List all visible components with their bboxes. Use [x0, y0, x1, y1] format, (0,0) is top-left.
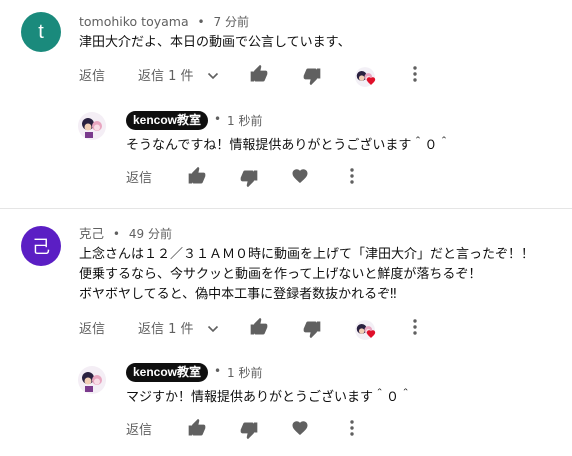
thumbs-up-icon[interactable] — [249, 64, 269, 84]
thumbs-down-icon[interactable] — [239, 168, 259, 188]
reply-time[interactable]: 1 秒前 — [227, 364, 262, 381]
thumbs-down-icon[interactable] — [302, 319, 322, 339]
comment-text-line: 上念さんは１２／３１ＡＭ０時に動画を上げて「津田大介」だと言ったぞ！！ — [79, 247, 535, 262]
thumbs-up-icon[interactable] — [249, 317, 269, 337]
comment-time[interactable]: 49 分前 — [129, 227, 172, 241]
chevron-down-icon — [207, 325, 218, 332]
replies-count-label: 返信 1 件 — [138, 69, 194, 84]
comment-header: 克己 • 49 分前 — [79, 223, 172, 242]
comment-text: 上念さんは１２／３１ＡＭ０時に動画を上げて「津田大介」だと言ったぞ！！ 便乗する… — [79, 245, 534, 305]
comment-time[interactable]: 7 分前 — [214, 15, 249, 29]
comment-header: tomohiko toyama • 7 分前 — [79, 11, 249, 30]
avatar[interactable]: 己 — [21, 226, 61, 266]
heart-icon[interactable] — [291, 419, 309, 437]
more-options-icon[interactable] — [345, 167, 359, 185]
replies-count-label: 返信 1 件 — [138, 322, 194, 337]
creator-avatar[interactable] — [78, 112, 106, 140]
more-options-icon[interactable] — [408, 65, 422, 83]
heart-icon — [366, 330, 376, 338]
dot-separator: • — [214, 364, 225, 378]
comment-text-line: 便乗するなら、今サクッと動画を作って上げないと鮮度が落ちるぞ！ — [79, 267, 482, 282]
reply-button[interactable]: 返信 — [126, 419, 152, 438]
thumbs-up-icon[interactable] — [187, 418, 207, 438]
comment-text-line: ボヤボヤしてると、偽中本工事に登録者数抜かれるぞ‼ — [79, 287, 397, 302]
creator-name-chip[interactable]: kencow教室 — [126, 363, 209, 382]
thumbs-down-icon[interactable] — [302, 66, 322, 86]
creator-avatar[interactable] — [78, 366, 106, 394]
more-options-icon[interactable] — [408, 318, 422, 336]
reply-text: そうなんですね！情報提供ありがとうございます＾０＾ — [126, 138, 451, 153]
creator-heart-badge[interactable] — [354, 319, 378, 340]
thumbs-up-icon[interactable] — [187, 166, 207, 186]
view-replies-button[interactable]: 返信 1 件 — [138, 318, 219, 337]
heart-icon — [366, 77, 376, 85]
thumbs-down-icon[interactable] — [239, 420, 259, 440]
creator-heart-badge[interactable] — [354, 66, 378, 87]
dot-separator: • — [214, 112, 225, 126]
avatar[interactable]: t — [21, 12, 61, 52]
reply-button[interactable]: 返信 — [79, 65, 105, 84]
reply-button[interactable]: 返信 — [126, 167, 152, 186]
reply-button[interactable]: 返信 — [79, 318, 105, 337]
more-options-icon[interactable] — [345, 419, 359, 437]
dot-separator: • — [109, 227, 124, 241]
chevron-down-icon — [207, 72, 218, 79]
comment-author[interactable]: tomohiko toyama — [79, 14, 189, 29]
creator-name-chip[interactable]: kencow教室 — [126, 111, 209, 130]
comment-text: 津田大介だよ、本日の動画で公言しています、 — [79, 35, 351, 50]
reply-text: マジすか！情報提供ありがとうございます＾０＾ — [126, 390, 413, 405]
heart-icon[interactable] — [291, 167, 309, 185]
dot-separator: • — [193, 15, 209, 29]
reply-time[interactable]: 1 秒前 — [227, 112, 262, 129]
view-replies-button[interactable]: 返信 1 件 — [138, 65, 219, 84]
comment-divider — [0, 208, 572, 209]
comment-author[interactable]: 克己 — [79, 226, 104, 241]
